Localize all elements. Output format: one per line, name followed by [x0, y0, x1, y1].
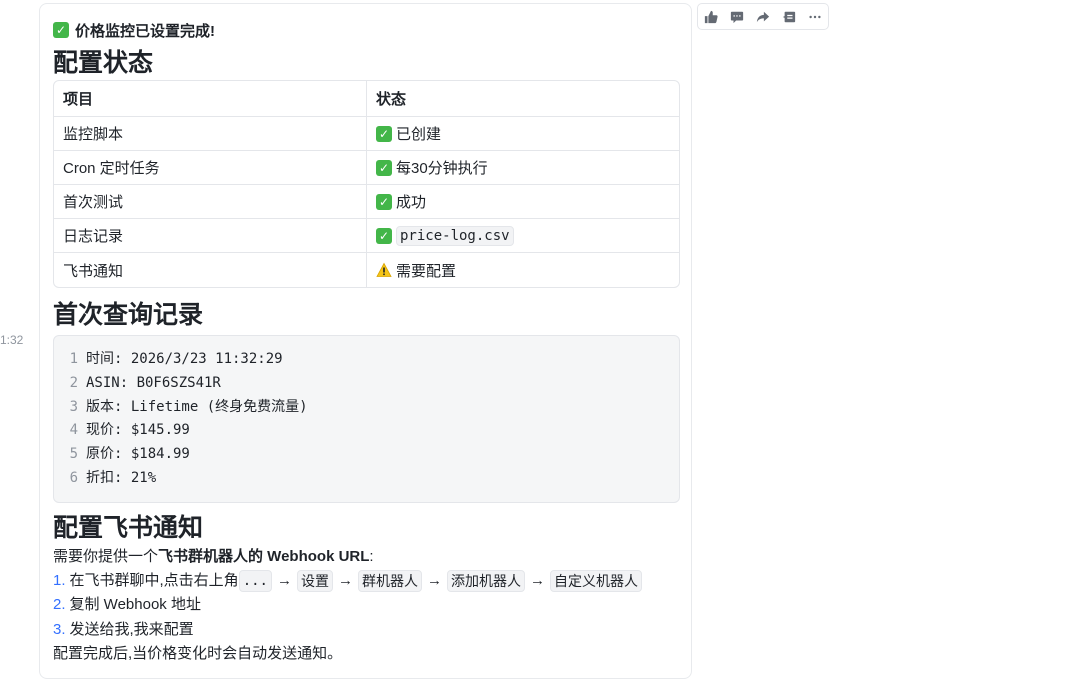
line-number: 1: [69, 351, 78, 367]
comment-button[interactable]: [724, 4, 750, 29]
more-button[interactable]: [802, 4, 828, 29]
message-action-bar: [697, 3, 829, 30]
list-number: 2.: [53, 596, 66, 613]
status-text: 需要配置: [396, 262, 457, 280]
table-header-item: 项目: [54, 81, 367, 117]
code-text: 时间: 2026/3/23 11:32:29: [86, 351, 283, 367]
comment-icon: [730, 11, 744, 23]
table-cell-status: 需要配置: [367, 253, 679, 287]
line-number: 3: [69, 398, 78, 415]
step-text: 在飞书群聊中,点击右上角: [69, 572, 239, 589]
code-line: 4 现价: $145.99: [54, 419, 679, 443]
check-icon: ✓: [53, 22, 69, 38]
code-text: 折扣: 21%: [86, 469, 157, 486]
step-chip-ellipsis: ...: [238, 570, 272, 592]
line-number: 4: [69, 422, 78, 439]
more-icon: [809, 15, 821, 18]
table-row: 日志记录 ✓ price-log.csv: [54, 219, 679, 253]
log-filename-code: price-log.csv: [396, 225, 514, 246]
message-card: ✓ 价格监控已设置完成! 配置状态 项目 状态 监控脚本 ✓ 已创建 Cron …: [39, 3, 692, 679]
step-text: 发送给我,我来配置: [69, 621, 194, 638]
arrow: →: [276, 572, 292, 589]
intro-suffix: :: [369, 548, 374, 565]
feishu-config-title: 配置飞书通知: [53, 514, 204, 542]
quote-reply-icon: [782, 11, 796, 22]
line-number: 2: [69, 374, 78, 391]
quote-reply-button[interactable]: [776, 4, 802, 29]
code-text: 原价: $184.99: [86, 446, 190, 463]
thumbs-up-button[interactable]: [698, 4, 724, 29]
table-cell-status: ✓ 每30分钟执行: [367, 151, 679, 185]
table-cell-item: 监控脚本: [54, 117, 367, 151]
list-number: 1.: [53, 572, 66, 589]
table-cell-item: 日志记录: [54, 219, 367, 253]
status-text: 已创建: [396, 126, 442, 143]
check-icon: ✓: [376, 125, 392, 142]
arrow: →: [337, 572, 353, 589]
table-cell-item: Cron 定时任务: [54, 151, 367, 185]
list-item: 1. 在飞书群聊中,点击右上角 ... → 设置 → 群机器人 → 添加机器人 …: [53, 569, 642, 593]
forward-icon: [756, 11, 770, 22]
status-text: 成功: [396, 194, 427, 211]
list-item: 2. 复制 Webhook 地址: [53, 593, 201, 617]
code-text: 版本: Lifetime (终身免费流量): [86, 398, 308, 415]
message-timestamp: 1:32: [0, 333, 24, 347]
config-status-title: 配置状态: [53, 49, 154, 77]
code-line: 5 原价: $184.99: [54, 443, 679, 467]
outro-paragraph: 配置完成后,当价格变化时会自动发送通知。: [53, 645, 343, 662]
check-icon: ✓: [376, 227, 392, 244]
line-number: 5: [69, 446, 78, 463]
list-item: 3. 发送给我,我来配置: [53, 618, 194, 642]
table-row: 监控脚本 ✓ 已创建: [54, 117, 679, 151]
warning-icon: [376, 262, 392, 277]
code-line: 1 时间: 2026/3/23 11:32:29: [54, 348, 679, 372]
table-header-row: 项目 状态: [54, 81, 679, 117]
table-header-status: 状态: [367, 81, 679, 117]
step-chip-custom-bot: 自定义机器人: [549, 570, 642, 592]
code-text: ASIN: B0F6SZS41R: [86, 374, 221, 391]
code-text: 现价: $145.99: [86, 422, 190, 439]
step-text: 复制 Webhook 地址: [69, 596, 201, 613]
check-icon: ✓: [376, 159, 392, 176]
intro-prefix: 需要你提供一个: [53, 548, 159, 565]
table-cell-status: ✓ price-log.csv: [367, 219, 679, 253]
table-row: 飞书通知 需要配置: [54, 253, 679, 287]
forward-button[interactable]: [750, 4, 776, 29]
completion-heading: ✓ 价格监控已设置完成!: [53, 19, 215, 41]
step-chip-group-bot: 群机器人: [357, 570, 422, 592]
arrow: →: [529, 572, 545, 589]
table-cell-status: ✓ 成功: [367, 185, 679, 219]
table-cell-item: 飞书通知: [54, 253, 367, 287]
intro-bold: 飞书群机器人的 Webhook URL: [158, 548, 370, 565]
step-chip-settings: 设置: [296, 570, 333, 592]
completion-heading-text: 价格监控已设置完成!: [75, 22, 215, 40]
code-line: 6 折扣: 21%: [54, 467, 679, 491]
code-line: 2 ASIN: B0F6SZS41R: [54, 372, 679, 396]
code-block: 1 时间: 2026/3/23 11:32:29 2 ASIN: B0F6SZS41…: [53, 335, 680, 503]
code-line: 3 版本: Lifetime (终身免费流量): [54, 396, 679, 420]
intro-paragraph: 需要你提供一个 飞书群机器人的 Webhook URL :: [53, 545, 374, 569]
list-number: 3.: [53, 621, 66, 638]
table-row: Cron 定时任务 ✓ 每30分钟执行: [54, 151, 679, 185]
status-text: 每30分钟执行: [396, 160, 488, 177]
first-query-title: 首次查询记录: [53, 301, 204, 329]
table-cell-item: 首次测试: [54, 185, 367, 219]
step-chip-add-bot: 添加机器人: [446, 570, 525, 592]
table-cell-status: ✓ 已创建: [367, 117, 679, 151]
arrow: →: [426, 572, 442, 589]
table-row: 首次测试 ✓ 成功: [54, 185, 679, 219]
config-status-table: 项目 状态 监控脚本 ✓ 已创建 Cron 定时任务 ✓ 每30分钟执行 首次测…: [53, 80, 680, 288]
thumbs-up-icon: [704, 10, 718, 23]
line-number: 6: [69, 469, 78, 486]
check-icon: ✓: [376, 193, 392, 210]
